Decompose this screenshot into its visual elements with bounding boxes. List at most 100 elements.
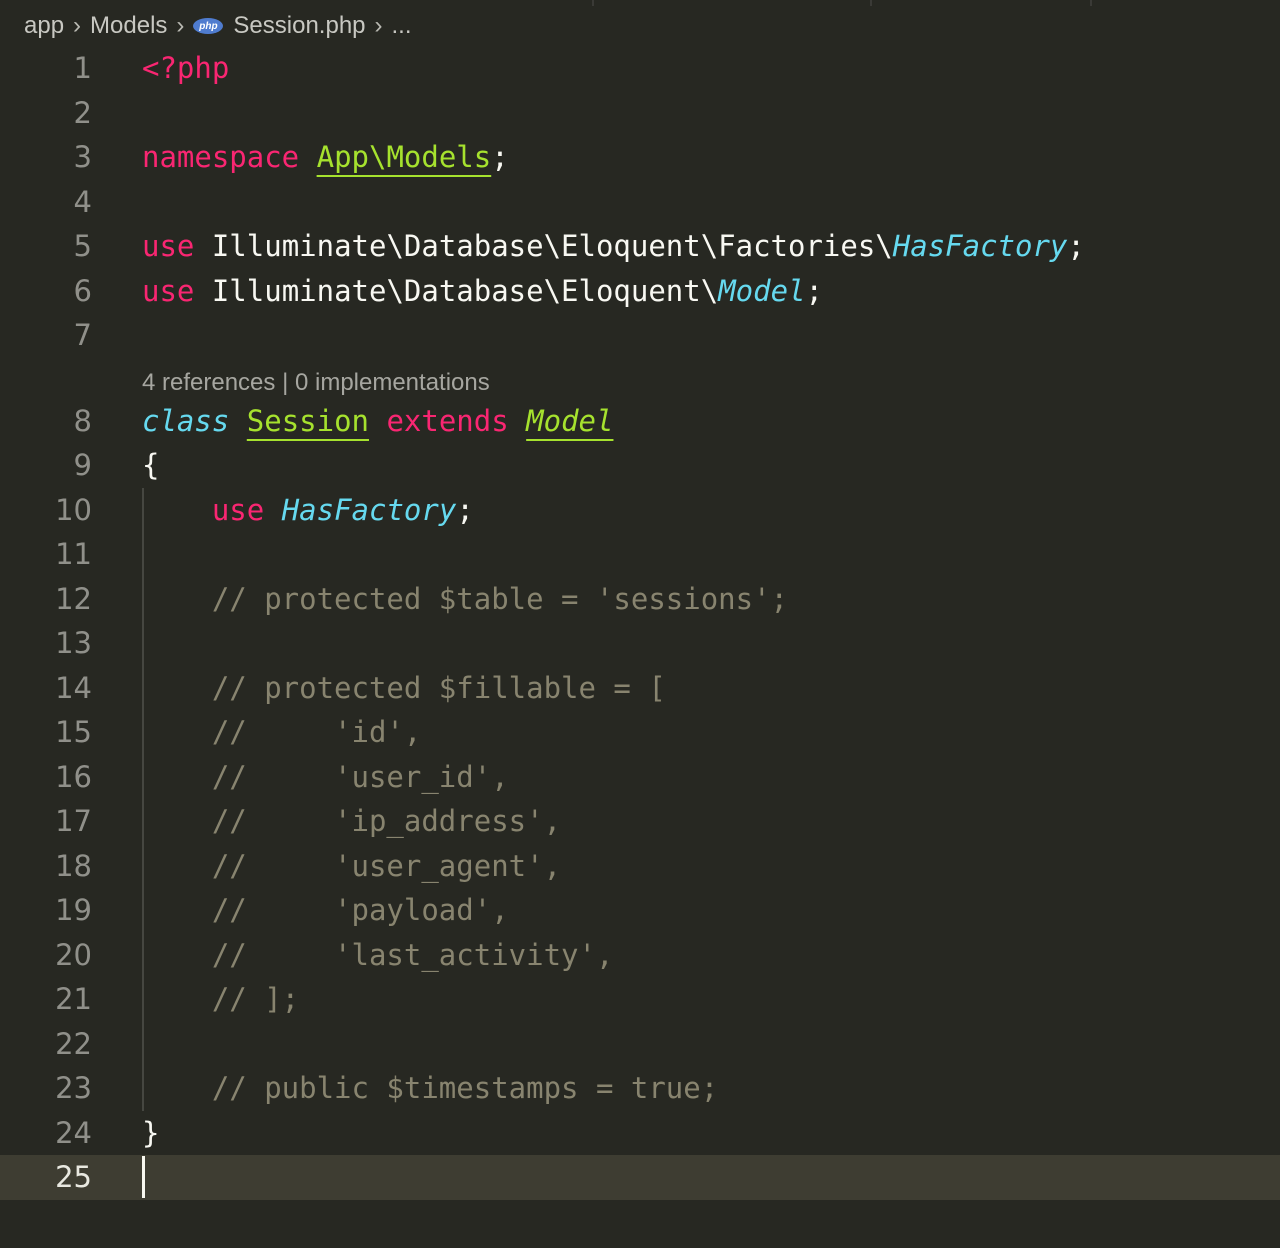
- code-token: namespace: [142, 140, 300, 174]
- breadcrumb-models[interactable]: Models: [90, 12, 167, 40]
- codelens-row: 4 references | 0 implementations: [0, 358, 1280, 399]
- line-number: 7: [73, 318, 92, 352]
- code-text: // protected $fillable = [: [142, 666, 666, 711]
- code-text: // 'user_id',: [142, 755, 509, 800]
- code-token: ;: [805, 273, 823, 308]
- code-line[interactable]: 11: [0, 532, 1280, 577]
- breadcrumb-symbols[interactable]: ...: [392, 12, 412, 40]
- code-line[interactable]: 25: [0, 1155, 1280, 1200]
- code-line[interactable]: 5 use Illuminate\Database\Eloquent\Factor…: [0, 224, 1280, 269]
- code-text: // ];: [142, 977, 299, 1022]
- breadcrumb: app › Models › php Session.php › ...: [24, 8, 412, 44]
- code-line[interactable]: 24}: [0, 1111, 1280, 1156]
- code-token: use: [211, 492, 265, 527]
- code-area[interactable]: 1 <?php 2 3 namespace App\Models; 4 5 use Illum…: [0, 46, 1280, 1200]
- code-line[interactable]: 9{: [0, 443, 1280, 488]
- code-line[interactable]: 6 use Illuminate\Database\Eloquent\Model;: [0, 269, 1280, 314]
- code-token: Session: [246, 403, 369, 438]
- code-token: Illuminate\Database\Eloquent\: [194, 273, 719, 308]
- line-number: 17: [55, 804, 92, 838]
- code-line[interactable]: 3 namespace App\Models;: [0, 135, 1280, 180]
- code-line[interactable]: 16 // 'user_id',: [0, 754, 1280, 800]
- code-line[interactable]: 23 // public $timestamps = true;: [0, 1066, 1280, 1111]
- code-text: // 'id',: [142, 710, 422, 755]
- code-token: ;: [456, 492, 474, 527]
- code-token: App\Models: [316, 140, 492, 174]
- code-token: // ];: [142, 982, 300, 1016]
- breadcrumb-file[interactable]: Session.php: [233, 12, 365, 40]
- line-number: 23: [55, 1071, 92, 1105]
- code-token: use: [142, 229, 195, 263]
- code-line[interactable]: 4: [0, 180, 1280, 225]
- indent-guide: [142, 532, 144, 577]
- code-line[interactable]: 8 class Session extends Model: [0, 399, 1280, 444]
- code-token: // 'ip_address',: [142, 804, 562, 838]
- line-number: 24: [55, 1115, 92, 1150]
- code-token: Model: [718, 273, 806, 308]
- code-text: {: [142, 443, 159, 488]
- line-number: 4: [73, 184, 92, 219]
- indent-guide: [142, 621, 144, 666]
- code-token: // protected $table = 'sessions';: [142, 581, 789, 616]
- code-line[interactable]: 22: [0, 1021, 1280, 1066]
- code-text: // 'ip_address',: [142, 799, 561, 844]
- code-text: namespace App\Models;: [142, 135, 509, 180]
- line-number: 3: [73, 140, 92, 174]
- code-line[interactable]: 13: [0, 621, 1280, 666]
- breadcrumb-app[interactable]: app: [24, 12, 64, 40]
- code-line[interactable]: 17 // 'ip_address',: [0, 799, 1280, 844]
- code-token: Illuminate\Database\Eloquent\Factories\: [194, 229, 893, 263]
- code-token: use: [142, 273, 195, 308]
- code-line[interactable]: 12 // protected $table = 'sessions';: [0, 576, 1280, 622]
- code-token: extends: [386, 403, 509, 438]
- indent-guide: [142, 1021, 144, 1066]
- line-number: 21: [55, 982, 92, 1016]
- line-number: 1: [73, 51, 92, 85]
- line-number: 12: [55, 581, 92, 616]
- code-token: // 'user_agent',: [142, 848, 562, 883]
- line-number: 10: [55, 492, 92, 527]
- code-text: // public $timestamps = true;: [142, 1066, 718, 1111]
- code-text: <?php: [142, 46, 229, 91]
- code-line[interactable]: 19 // 'payload',: [0, 888, 1280, 933]
- code-token: HasFactory: [281, 492, 457, 527]
- code-line[interactable]: 2: [0, 91, 1280, 136]
- code-token: }: [142, 1115, 160, 1150]
- line-number: 19: [55, 893, 92, 927]
- code-line[interactable]: 15 // 'id',: [0, 710, 1280, 755]
- code-token: // 'user_id',: [142, 759, 509, 794]
- code-text: // protected $table = 'sessions';: [142, 577, 788, 622]
- line-number: 11: [55, 537, 92, 571]
- code-line[interactable]: 14 // protected $fillable = [: [0, 665, 1280, 711]
- code-line[interactable]: 18 // 'user_agent',: [0, 843, 1280, 889]
- code-line[interactable]: 7: [0, 313, 1280, 358]
- line-number: 18: [55, 848, 92, 883]
- php-file-icon: php: [193, 18, 224, 34]
- code-token: // protected $fillable = [: [142, 670, 666, 705]
- code-token: ;: [1067, 229, 1085, 263]
- code-editor[interactable]: app › Models › php Session.php › ... 1 <?…: [0, 0, 1280, 1248]
- code-line[interactable]: 20 // 'last_activity',: [0, 932, 1280, 978]
- line-number: 14: [55, 670, 92, 705]
- line-number: 9: [73, 448, 92, 482]
- code-text: // 'user_agent',: [142, 844, 561, 889]
- chevron-right-icon: ›: [374, 12, 383, 39]
- code-line[interactable]: 1 <?php: [0, 46, 1280, 91]
- line-number: 5: [73, 229, 92, 263]
- code-text: use Illuminate\Database\Eloquent\Factori…: [142, 224, 1085, 269]
- line-number: 15: [55, 715, 92, 749]
- line-number: 20: [55, 937, 92, 972]
- code-line[interactable]: 21 // ];: [0, 977, 1280, 1022]
- code-token: // 'payload',: [142, 893, 509, 927]
- code-line[interactable]: 10 use HasFactory;: [0, 487, 1280, 532]
- code-token: // public $timestamps = true;: [142, 1071, 719, 1105]
- code-text: }: [142, 1111, 159, 1156]
- tab-strip-edge: [0, 0, 1280, 6]
- code-text: // 'last_activity',: [142, 933, 614, 978]
- code-token: ;: [491, 140, 509, 174]
